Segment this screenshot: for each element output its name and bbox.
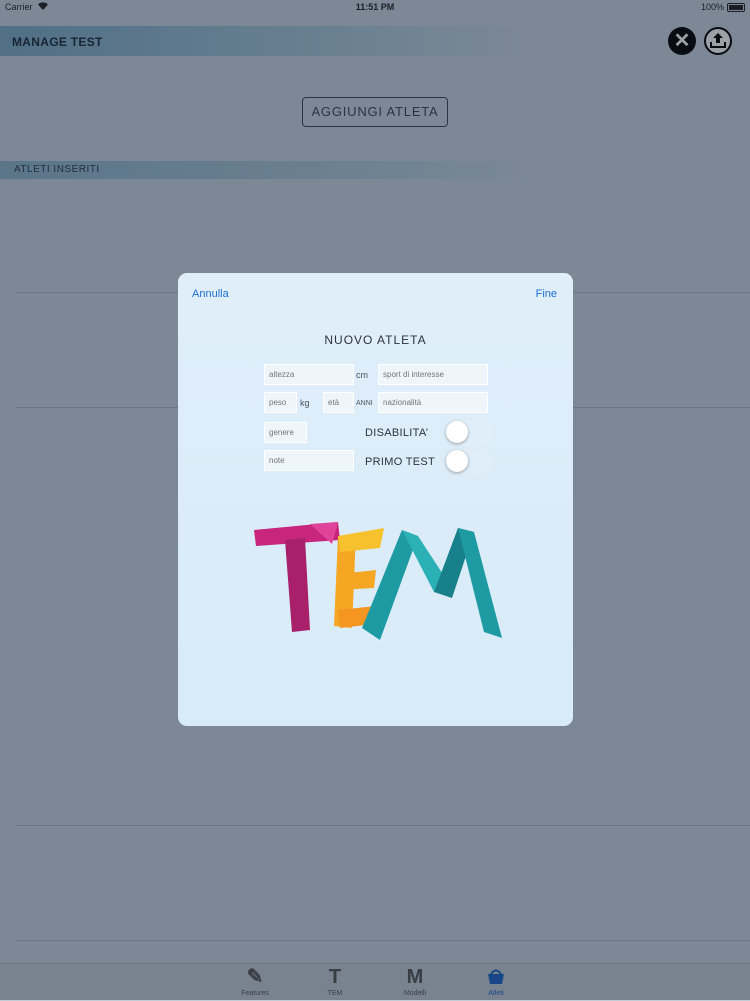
cm-unit: cm bbox=[356, 370, 368, 380]
notes-field[interactable] bbox=[264, 450, 354, 471]
kg-unit: kg bbox=[300, 398, 310, 408]
height-field[interactable] bbox=[264, 364, 354, 385]
cancel-button[interactable]: Annulla bbox=[192, 288, 229, 300]
nationality-field[interactable] bbox=[378, 392, 488, 413]
first-test-label: PRIMO TEST bbox=[365, 456, 436, 468]
sport-field[interactable] bbox=[378, 364, 488, 385]
toggle-knob bbox=[446, 421, 468, 443]
first-test-toggle[interactable] bbox=[446, 450, 492, 474]
done-button[interactable]: Fine bbox=[536, 288, 557, 300]
disability-label: DISABILITA’ bbox=[365, 427, 429, 439]
disability-toggle[interactable] bbox=[446, 421, 492, 445]
age-field[interactable] bbox=[323, 392, 354, 413]
weight-field[interactable] bbox=[264, 392, 297, 413]
tem-logo bbox=[254, 522, 502, 640]
modal-title: NUOVO ATLETA bbox=[324, 333, 427, 347]
gender-field[interactable] bbox=[264, 422, 307, 443]
new-athlete-modal: Annulla Fine NUOVO ATLETA cm kg ANNI DIS… bbox=[178, 273, 573, 726]
toggle-knob bbox=[446, 450, 468, 472]
years-unit: ANNI bbox=[356, 400, 373, 407]
